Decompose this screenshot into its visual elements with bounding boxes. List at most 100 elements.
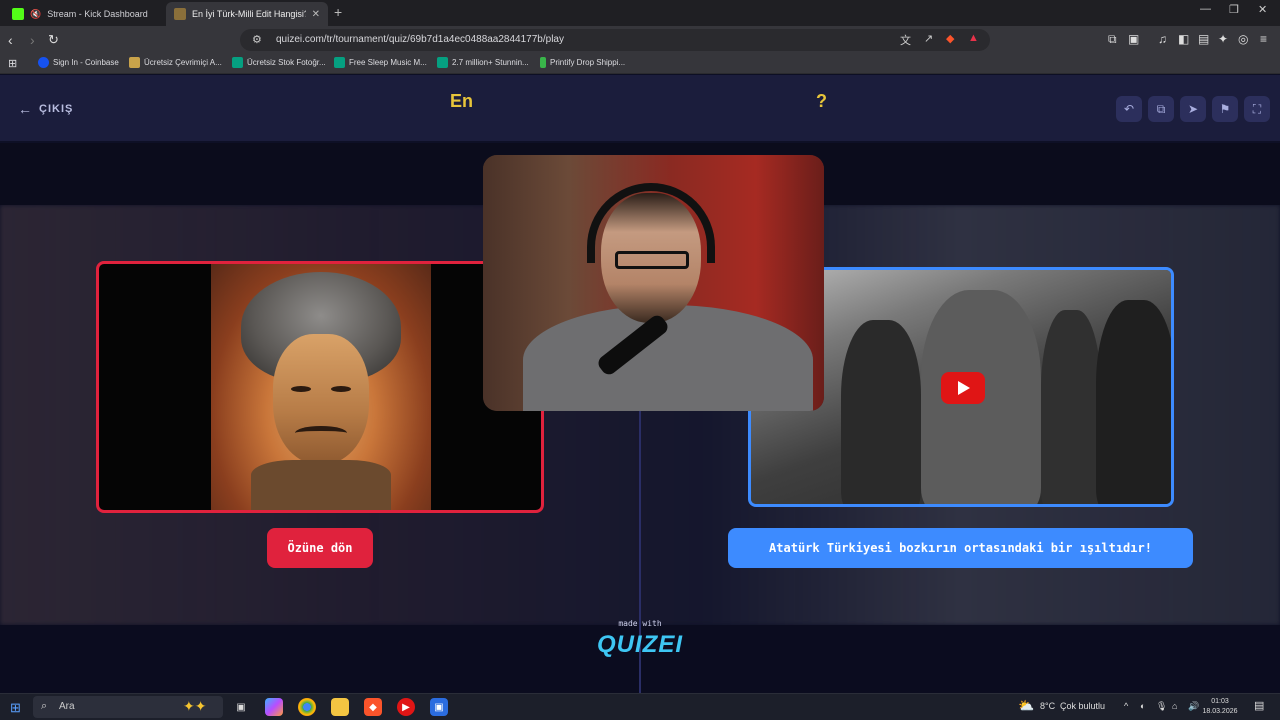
- quiz-header: ← ÇIKIŞ En ? ↶ ⧉ ➤ ⚑ ⛶: [0, 75, 1280, 141]
- bookmark-sleep-music[interactable]: Free Sleep Music M...: [334, 57, 427, 68]
- forward-icon[interactable]: ›: [30, 31, 35, 49]
- minimize-button[interactable]: —: [1200, 3, 1211, 15]
- flag-icon[interactable]: ⚑: [1212, 96, 1238, 122]
- windows-taskbar: ⊞ ⌕ Ara ✦✦ ▣ ◆ ▶ ▣ ⛅ 8°C Çok bulutlu ^ ◐…: [0, 693, 1280, 720]
- undo-icon[interactable]: ↶: [1116, 96, 1142, 122]
- address-bar[interactable]: ⚙ quizei.com/tr/tournament/quiz/69b7d1a4…: [240, 29, 990, 51]
- translate-icon[interactable]: 文: [900, 32, 911, 48]
- tab-quiz[interactable]: En İyi Türk-Milli Edit Hangisi? ✕: [166, 2, 328, 26]
- weather-temp[interactable]: 8°C: [1040, 701, 1055, 711]
- taskbar-clock[interactable]: 01:03 18.03.2026: [1202, 697, 1238, 717]
- left-choice-card[interactable]: [96, 261, 544, 513]
- bookmark-coinbase[interactable]: Sign In - Coinbase: [38, 57, 119, 68]
- notification-icon[interactable]: ▤: [1254, 699, 1264, 712]
- microphone-tray-icon[interactable]: 🎙: [1156, 701, 1167, 712]
- copy-icon[interactable]: ⧉: [1148, 96, 1174, 122]
- eye: [331, 386, 351, 392]
- exit-button[interactable]: ← ÇIKIŞ: [18, 101, 73, 117]
- file-explorer-icon[interactable]: [331, 698, 349, 716]
- brave-shield-icon[interactable]: ◆: [946, 32, 954, 45]
- date: 18.03.2026: [1202, 708, 1238, 715]
- chrome-icon[interactable]: [298, 698, 316, 716]
- face: [273, 334, 369, 464]
- sidebar-icon[interactable]: ◧: [1178, 32, 1189, 46]
- url-text[interactable]: quizei.com/tr/tournament/quiz/69b7d1a4ec…: [276, 34, 564, 45]
- tab-bar: 🔇 Stream - Kick Dashboard En İyi Türk-Mi…: [0, 0, 1280, 26]
- copilot-icon[interactable]: [265, 698, 283, 716]
- quizei-logo[interactable]: QUIZEI: [596, 631, 684, 659]
- bookmark-label: Ücretsiz Çevrimiçi A...: [144, 58, 222, 67]
- right-choice-button[interactable]: Atatürk Türkiyesi bozkırın ortasındaki b…: [728, 528, 1193, 568]
- windows-start-icon[interactable]: ⊞: [10, 700, 21, 716]
- wallet-2-icon[interactable]: ▤: [1198, 32, 1209, 46]
- apps-grid-icon[interactable]: ⊞: [8, 57, 17, 70]
- arrow-left-icon: ←: [18, 101, 33, 117]
- bookmark-stunning[interactable]: 2.7 million+ Stunnin...: [437, 57, 529, 68]
- figure: [1041, 310, 1101, 504]
- bookmark-label: Sign In - Coinbase: [53, 58, 119, 67]
- weather-desc[interactable]: Çok bulutlu: [1060, 701, 1105, 711]
- close-window-button[interactable]: ✕: [1258, 3, 1267, 16]
- obs-app-icon[interactable]: ▣: [430, 698, 448, 716]
- fullscreen-icon[interactable]: ⛶: [1244, 96, 1270, 122]
- share-icon[interactable]: ↗: [924, 32, 933, 45]
- quiz-favicon-icon: [174, 8, 186, 20]
- site-info-icon[interactable]: ⚙: [252, 33, 262, 46]
- reload-icon[interactable]: ↻: [48, 31, 59, 49]
- kick-favicon-icon: [12, 8, 24, 20]
- media-player-icon[interactable]: ▶: [397, 698, 415, 716]
- muted-speaker-icon[interactable]: 🔇: [30, 9, 41, 20]
- streamer-body: [523, 305, 813, 411]
- left-choice-button[interactable]: Özüne dön: [267, 528, 373, 568]
- figure: [1096, 300, 1171, 504]
- quiz-title: En: [450, 91, 474, 111]
- printify-icon: [540, 57, 546, 68]
- pexels-icon: [334, 57, 345, 68]
- bookmark-printify[interactable]: Printify Drop Shippi...: [540, 57, 625, 68]
- tab-kick-dashboard[interactable]: 🔇 Stream - Kick Dashboard: [4, 2, 164, 26]
- coinbase-icon: [38, 57, 49, 68]
- network-icon[interactable]: ⌂: [1172, 701, 1177, 711]
- extensions-icon[interactable]: ⧉: [1108, 32, 1117, 47]
- back-icon[interactable]: ‹: [8, 31, 13, 49]
- restore-button[interactable]: ❐: [1229, 3, 1239, 16]
- leo-ai-icon[interactable]: ✦: [1218, 32, 1228, 46]
- brave-icon[interactable]: ◆: [364, 698, 382, 716]
- wallet-icon[interactable]: ▣: [1128, 32, 1139, 46]
- share-icon[interactable]: ➤: [1180, 96, 1206, 122]
- menu-icon[interactable]: ≡: [1260, 32, 1267, 46]
- youtube-play-icon[interactable]: [941, 372, 985, 404]
- bookmark-label: 2.7 million+ Stunnin...: [452, 58, 529, 67]
- weather-icon[interactable]: ⛅: [1018, 698, 1034, 714]
- close-tab-icon[interactable]: ✕: [312, 9, 320, 20]
- task-view-icon[interactable]: ▣: [232, 698, 250, 716]
- media-icon[interactable]: ♫: [1158, 32, 1167, 46]
- chevron-up-icon[interactable]: ^: [1124, 701, 1128, 711]
- bookmarks-bar: ⊞ Sign In - Coinbase Ücretsiz Çevrimiçi …: [0, 54, 1280, 74]
- brave-rewards-icon[interactable]: ▲: [968, 32, 979, 44]
- new-tab-button[interactable]: +: [334, 4, 342, 20]
- collar: [251, 460, 391, 510]
- navigation-bar: ‹ › ↻ ☐ ⚙ quizei.com/tr/tournament/quiz/…: [0, 26, 1280, 54]
- left-choice-image: [211, 264, 431, 510]
- bookmark-stock-photo[interactable]: Ücretsiz Stok Fotoğr...: [232, 57, 326, 68]
- webcam-overlay: [483, 155, 824, 411]
- pexels-icon: [232, 57, 243, 68]
- copilot-sparkle-icon: ✦✦: [183, 698, 207, 714]
- search-placeholder: Ara: [59, 701, 75, 712]
- vpn-icon[interactable]: ◎: [1238, 32, 1248, 46]
- time: 01:03: [1211, 698, 1229, 705]
- site-icon: [129, 57, 140, 68]
- made-with-label: made with: [618, 619, 662, 628]
- taskbar-search[interactable]: ⌕ Ara ✦✦: [33, 696, 223, 718]
- figure: [841, 320, 921, 504]
- meet-icon[interactable]: ◐: [1140, 701, 1145, 711]
- pexels-icon: [437, 57, 448, 68]
- volume-icon[interactable]: 🔊: [1188, 701, 1199, 712]
- glasses: [615, 251, 689, 269]
- tab-title: Stream - Kick Dashboard: [47, 9, 148, 19]
- bookmark-free-online[interactable]: Ücretsiz Çevrimiçi A...: [129, 57, 222, 68]
- quiz-page: ← ÇIKIŞ En ? ↶ ⧉ ➤ ⚑ ⛶ VS ⚡ Öz: [0, 75, 1280, 693]
- quiz-title-end: ?: [816, 91, 827, 111]
- bookmark-label: Printify Drop Shippi...: [550, 58, 626, 67]
